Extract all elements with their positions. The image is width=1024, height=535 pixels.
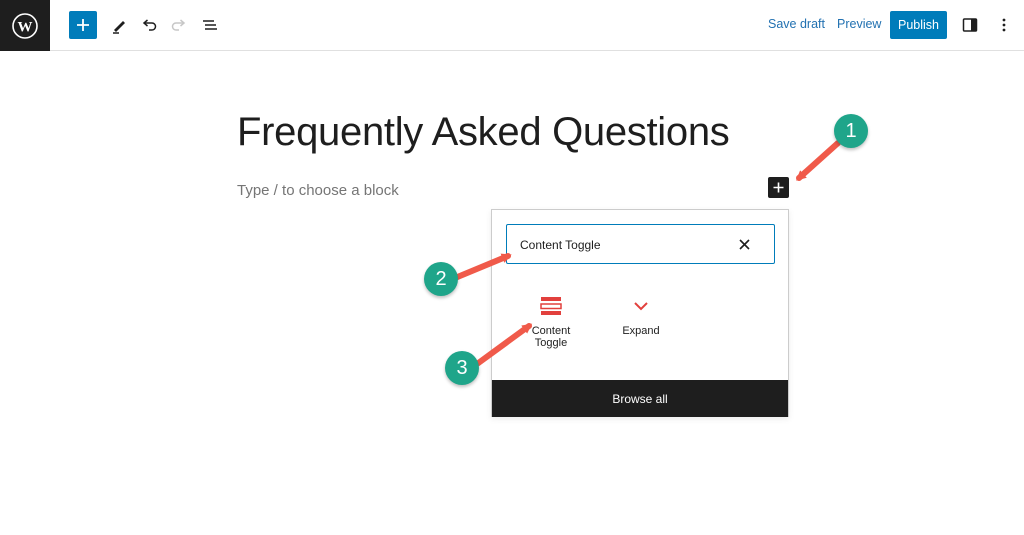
publish-button[interactable]: Publish: [890, 11, 947, 39]
inline-add-block-button[interactable]: [768, 177, 789, 198]
post-title[interactable]: Frequently Asked Questions: [237, 110, 730, 155]
document-overview-button[interactable]: [195, 10, 225, 40]
settings-sidebar-button[interactable]: [955, 10, 985, 40]
undo-icon: [142, 19, 157, 31]
pencil-icon: [113, 21, 125, 34]
block-result-label: Content Toggle: [531, 325, 571, 349]
tools-button[interactable]: [104, 10, 134, 40]
callout-1: 1: [834, 114, 868, 148]
arrow-1: [796, 140, 841, 181]
block-search-input[interactable]: Content Toggle: [506, 224, 775, 264]
sidebar-icon: [962, 18, 978, 32]
plus-icon: [773, 182, 784, 193]
search-input-value: Content Toggle: [520, 238, 601, 252]
block-result-label: Expand: [622, 325, 660, 337]
block-result-content-toggle[interactable]: Content Toggle: [516, 293, 586, 349]
clear-search-button[interactable]: [736, 236, 752, 252]
callout-3: 3: [445, 351, 479, 385]
block-placeholder[interactable]: Type / to choose a block: [237, 182, 399, 199]
list-view-icon: [203, 20, 217, 30]
wordpress-icon: W: [12, 12, 38, 39]
preview-button[interactable]: Preview: [837, 17, 881, 31]
svg-text:W: W: [18, 19, 33, 35]
redo-icon: [171, 19, 186, 31]
wordpress-logo-button[interactable]: W: [0, 0, 50, 51]
block-result-expand[interactable]: Expand: [606, 293, 676, 337]
chevron-down-icon: [634, 302, 648, 311]
content-toggle-icon: [540, 297, 562, 315]
top-toolbar: W Save draft Preview Publish: [0, 0, 1024, 51]
save-draft-button[interactable]: Save draft: [768, 17, 825, 31]
add-block-button[interactable]: [69, 11, 97, 39]
redo-button[interactable]: [164, 10, 194, 40]
more-vertical-icon: [1002, 18, 1006, 32]
plus-icon: [77, 19, 89, 31]
undo-button[interactable]: [134, 10, 164, 40]
options-menu-button[interactable]: [989, 10, 1019, 40]
block-inserter-popover: Content Toggle Content Toggle Expand Bro…: [491, 209, 789, 417]
editor-screen: W Save draft Preview Publish Frequently …: [0, 0, 1024, 535]
callout-2: 2: [424, 262, 458, 296]
close-icon: [738, 238, 750, 250]
browse-all-button[interactable]: Browse all: [492, 380, 788, 417]
